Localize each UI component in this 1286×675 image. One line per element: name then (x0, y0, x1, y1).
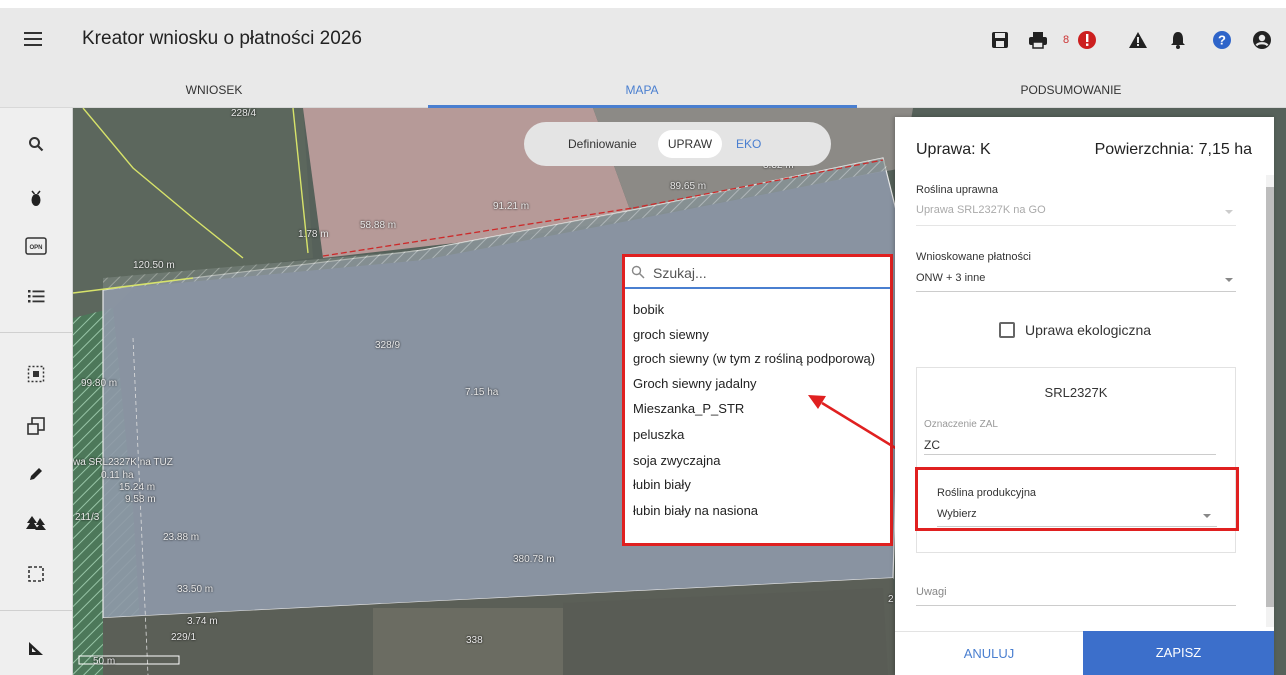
map-toolbar: OPN (0, 108, 73, 675)
map-dimension-label: 9.58 m (125, 494, 156, 505)
page-title: Kreator wniosku o płatności 2026 (82, 28, 362, 49)
dropdown-option[interactable]: soja zwyczajna (633, 453, 720, 468)
field-underline (924, 454, 1216, 455)
dropdown-option[interactable]: groch siewny (w tym z rośliną podporową) (633, 351, 875, 366)
map-parcel-label: 211/3 (75, 512, 100, 523)
forest-icon[interactable] (22, 510, 50, 538)
map-parcel-label: 2 (888, 594, 894, 605)
error-count: 8 (1062, 34, 1070, 46)
chevron-down-icon (1225, 210, 1233, 214)
dropdown-option[interactable]: bobik (633, 302, 664, 317)
crop-dropdown: bobik groch siewny groch siewny (w tym z… (622, 254, 893, 546)
user-account-icon[interactable] (1248, 22, 1276, 58)
map-dimension-label: 120.50 m (133, 260, 175, 271)
highlight-box (915, 467, 1239, 531)
toolbar-divider (0, 610, 72, 611)
svg-text:OPN: OPN (29, 245, 42, 251)
chevron-down-icon (1225, 278, 1233, 282)
dropdown-option[interactable]: łubin biały (633, 477, 691, 492)
dropdown-option[interactable]: Mieszanka_P_STR (633, 401, 744, 416)
bell-icon[interactable] (1164, 22, 1192, 58)
help-icon[interactable]: ? (1208, 22, 1236, 58)
panel-title: Uprawa: K (916, 141, 991, 158)
dropdown-option[interactable]: peluszka (633, 427, 684, 442)
platnosci-select[interactable]: ONW + 3 inne (916, 272, 985, 284)
print-icon[interactable] (1024, 22, 1052, 58)
field-underline (916, 225, 1236, 226)
map-dimension-label: 380.78 m (513, 554, 555, 565)
map-parcel-label: 328/9 (375, 340, 401, 351)
app-header: Kreator wniosku o płatności 2026 8 ? (0, 8, 1286, 72)
map-dimension-label: 99.80 m (81, 378, 118, 389)
rectangle-select-icon[interactable] (22, 560, 50, 588)
map-area-label: 0.11 ha (101, 470, 134, 481)
card-title: SRL2327K (1044, 385, 1108, 400)
uwagi-label: Uwagi (916, 586, 947, 598)
map-dimension-label: 33.50 m (177, 584, 214, 595)
crop-details-panel: Uprawa: K Powierzchnia: 7,15 ha Roślina … (895, 117, 1274, 675)
opn-icon[interactable]: OPN (22, 232, 50, 260)
search-icon[interactable] (22, 130, 50, 158)
map-parcel-label: 228/4 (231, 108, 257, 119)
map-dimension-label: 15.24 m (119, 482, 156, 493)
tab-podsumowanie[interactable]: PODSUMOWANIE (857, 72, 1285, 108)
map-dimension-label: 23.88 m (163, 532, 200, 543)
dropdown-option[interactable]: Groch siewny jadalny (633, 376, 757, 391)
map-scale-label: 50 m (93, 656, 116, 667)
save-button[interactable]: ZAPISZ (1083, 631, 1274, 675)
map-dimension-label: 91.21 m (493, 201, 530, 212)
cancel-button[interactable]: ANULUJ (895, 631, 1083, 675)
roslina-uprawna-select[interactable]: Uprawa SRL2327K na GO (916, 204, 1046, 216)
map-area-label: 7.15 ha (465, 387, 499, 398)
pencil-icon[interactable] (22, 460, 50, 488)
map-dimension-label: 58.88 m (360, 220, 397, 231)
roslina-uprawna-label: Roślina uprawna (916, 184, 998, 196)
main-tabs: WNIOSEK MAPA PODSUMOWANIE (0, 72, 1286, 108)
search-icon (631, 265, 645, 284)
platnosci-label: Wnioskowane płatności (916, 251, 1031, 263)
measure-icon[interactable] (22, 634, 50, 662)
mode-upraw-button[interactable]: UPRAW (658, 130, 722, 158)
tab-wniosek[interactable]: WNIOSEK (0, 72, 428, 108)
dropdown-search-input[interactable] (653, 262, 883, 284)
map-crop-label: wa SRL2327K na TUZ (73, 457, 173, 468)
tab-mapa[interactable]: MAPA (428, 72, 856, 108)
insect-marker-icon[interactable] (22, 184, 50, 212)
map-dimension-label: 89.65 m (670, 181, 707, 192)
field-underline (916, 291, 1236, 292)
map-dimension-label: 3.74 m (187, 616, 218, 627)
error-alert-icon[interactable] (1074, 22, 1100, 58)
definition-mode-label: Definiowanie (568, 137, 637, 151)
map-dimension-label: 1.78 m (298, 229, 329, 240)
zal-value[interactable]: ZC (924, 438, 940, 452)
warning-icon[interactable] (1124, 22, 1152, 58)
toolbar-divider (0, 332, 72, 333)
mode-eko-button[interactable]: EKO (736, 137, 761, 151)
zal-label: Oznaczenie ZAL (924, 419, 998, 430)
eko-checkbox[interactable] (999, 322, 1015, 338)
svg-text:?: ? (1218, 33, 1226, 48)
list-icon[interactable] (22, 282, 50, 310)
map-parcel-label: 229/1 (171, 632, 197, 643)
copy-shape-icon[interactable] (22, 412, 50, 440)
select-area-icon[interactable] (22, 360, 50, 388)
dropdown-option[interactable]: groch siewny (633, 327, 709, 342)
uwagi-field[interactable] (916, 605, 1236, 606)
menu-icon[interactable] (24, 32, 42, 46)
scrollbar-thumb[interactable] (1266, 187, 1274, 607)
dropdown-option[interactable]: łubin biały na nasiona (633, 503, 758, 518)
save-icon[interactable] (986, 22, 1014, 58)
map-parcel-label: 338 (466, 635, 483, 646)
panel-area: Powierzchnia: 7,15 ha (1094, 141, 1252, 158)
dropdown-search (625, 257, 890, 289)
eko-checkbox-label: Uprawa ekologiczna (1025, 322, 1152, 338)
